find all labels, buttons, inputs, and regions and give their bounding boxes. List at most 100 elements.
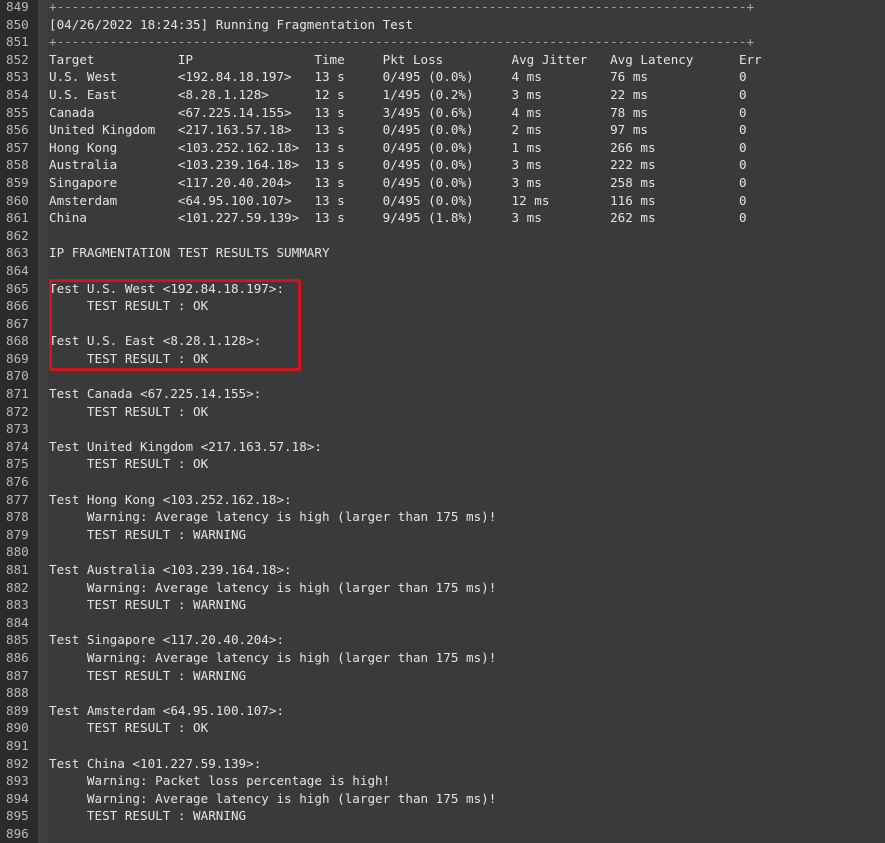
- line-text: TEST RESULT : OK: [49, 720, 209, 736]
- editor-line[interactable]: 853 U.S. West <192.84.18.197> 13 s 0/495 …: [0, 68, 885, 86]
- line-text: Test Canada <67.225.14.155>:: [49, 386, 262, 402]
- line-number: 872: [6, 403, 29, 419]
- editor-line[interactable]: 872 TEST RESULT : OK: [0, 403, 885, 421]
- editor-line[interactable]: 855 Canada <67.225.14.155> 13 s 3/495 (0.…: [0, 104, 885, 122]
- line-number: 854: [6, 86, 29, 102]
- editor-line[interactable]: 863 IP FRAGMENTATION TEST RESULTS SUMMARY: [0, 244, 885, 262]
- editor-line[interactable]: 893 Warning: Packet loss percentage is h…: [0, 772, 885, 790]
- text-editor-content[interactable]: 849 +------------------------------------…: [0, 0, 885, 843]
- line-number: 859: [6, 174, 29, 190]
- line-number: 879: [6, 526, 29, 542]
- line-number: 874: [6, 438, 29, 454]
- line-number: 880: [6, 544, 29, 560]
- line-text: Warning: Packet loss percentage is high!: [49, 773, 391, 789]
- line-text: Canada <67.225.14.155> 13 s 3/495 (0.6%)…: [49, 104, 747, 120]
- line-text: Warning: Average latency is high (larger…: [49, 579, 497, 595]
- editor-line[interactable]: 892 Test China <101.227.59.139>:: [0, 755, 885, 773]
- line-text: Amsterdam <64.95.100.107> 13 s 0/495 (0.…: [49, 192, 747, 208]
- editor-line[interactable]: 886 Warning: Average latency is high (la…: [0, 649, 885, 667]
- line-number: 888: [6, 685, 29, 701]
- line-number: 893: [6, 773, 29, 789]
- editor-line[interactable]: 873: [0, 420, 885, 438]
- editor-line[interactable]: 895 TEST RESULT : WARNING: [0, 807, 885, 825]
- editor-line[interactable]: 851 +------------------------------------…: [0, 33, 885, 51]
- line-number: 892: [6, 755, 29, 771]
- line-number: 896: [6, 825, 29, 841]
- line-text: [04/26/2022 18:24:35] Running Fragmentat…: [49, 16, 413, 32]
- editor-line[interactable]: 859 Singapore <117.20.40.204> 13 s 0/495 …: [0, 174, 885, 192]
- line-number: 853: [6, 69, 29, 85]
- editor-line[interactable]: 894 Warning: Average latency is high (la…: [0, 790, 885, 808]
- editor-line[interactable]: 884: [0, 614, 885, 632]
- editor-line[interactable]: 881 Test Australia <103.239.164.18>:: [0, 561, 885, 579]
- line-text: U.S. East <8.28.1.128> 12 s 1/495 (0.2%)…: [49, 86, 747, 102]
- editor-line[interactable]: 877 Test Hong Kong <103.252.162.18>:: [0, 491, 885, 509]
- editor-line[interactable]: 896: [0, 825, 885, 843]
- line-number: 868: [6, 333, 29, 349]
- line-text: Test Singapore <117.20.40.204>:: [49, 632, 285, 648]
- line-number: 870: [6, 368, 29, 384]
- editor-line[interactable]: 850 [04/26/2022 18:24:35] Running Fragmen…: [0, 16, 885, 34]
- line-text: Australia <103.239.164.18> 13 s 0/495 (0…: [49, 157, 747, 173]
- line-text: China <101.227.59.139> 13 s 9/495 (1.8%)…: [49, 210, 747, 226]
- editor-line[interactable]: 864: [0, 262, 885, 280]
- line-number: 877: [6, 491, 29, 507]
- editor-line[interactable]: 883 TEST RESULT : WARNING: [0, 596, 885, 614]
- line-text: Test Hong Kong <103.252.162.18>:: [49, 491, 292, 507]
- editor-line[interactable]: 854 U.S. East <8.28.1.128> 12 s 1/495 (0.…: [0, 86, 885, 104]
- line-number: 865: [6, 280, 29, 296]
- line-number: 895: [6, 808, 29, 824]
- editor-line[interactable]: 874 Test United Kingdom <217.163.57.18>:: [0, 438, 885, 456]
- line-text: Singapore <117.20.40.204> 13 s 0/495 (0.…: [49, 174, 747, 190]
- line-number: 878: [6, 509, 29, 525]
- line-number: 891: [6, 737, 29, 753]
- line-number: 867: [6, 315, 29, 331]
- editor-line[interactable]: 858 Australia <103.239.164.18> 13 s 0/495…: [0, 156, 885, 174]
- editor-line[interactable]: 852 Target IP Time Pkt Loss Avg Jitter Av…: [0, 51, 885, 69]
- line-text: Test Australia <103.239.164.18>:: [49, 562, 292, 577]
- line-number: 856: [6, 122, 29, 138]
- line-text: Warning: Average latency is high (larger…: [49, 509, 497, 525]
- editor-line[interactable]: 860 Amsterdam <64.95.100.107> 13 s 0/495 …: [0, 192, 885, 210]
- editor-line[interactable]: 890 TEST RESULT : OK: [0, 719, 885, 737]
- line-number: 875: [6, 456, 29, 472]
- editor-line[interactable]: 885 Test Singapore <117.20.40.204>:: [0, 631, 885, 649]
- editor-line[interactable]: 871 Test Canada <67.225.14.155>:: [0, 385, 885, 403]
- line-number: 890: [6, 720, 29, 736]
- line-number: 862: [6, 227, 29, 243]
- line-text: TEST RESULT : WARNING: [49, 526, 247, 542]
- line-number: 857: [6, 139, 29, 155]
- editor-line[interactable]: 878 Warning: Average latency is high (la…: [0, 508, 885, 526]
- editor-line[interactable]: 889 Test Amsterdam <64.95.100.107>:: [0, 702, 885, 720]
- line-text: Hong Kong <103.252.162.18> 13 s 0/495 (0…: [49, 139, 747, 155]
- editor-line[interactable]: 882 Warning: Average latency is high (la…: [0, 579, 885, 597]
- line-number: 858: [6, 157, 29, 173]
- line-text: Target IP Time Pkt Loss Avg Jitter Avg L…: [49, 51, 762, 67]
- line-text: IP FRAGMENTATION TEST RESULTS SUMMARY: [49, 245, 330, 261]
- editor-line[interactable]: 875 TEST RESULT : OK: [0, 455, 885, 473]
- line-number: 849: [6, 0, 29, 14]
- line-text: Test United Kingdom <217.163.57.18>:: [49, 438, 322, 454]
- line-number: 873: [6, 421, 29, 437]
- editor-line[interactable]: 857 Hong Kong <103.252.162.18> 13 s 0/495…: [0, 139, 885, 157]
- line-number: 871: [6, 386, 29, 402]
- editor-line[interactable]: 888: [0, 684, 885, 702]
- editor-line[interactable]: 849 +------------------------------------…: [0, 0, 885, 16]
- line-number: 869: [6, 350, 29, 366]
- editor-line[interactable]: 856 United Kingdom <217.163.57.18> 13 s 0…: [0, 121, 885, 139]
- line-number: 852: [6, 51, 29, 67]
- editor-line[interactable]: 887 TEST RESULT : WARNING: [0, 667, 885, 685]
- line-text: Warning: Average latency is high (larger…: [49, 649, 497, 665]
- line-text: Warning: Average latency is high (larger…: [49, 790, 497, 806]
- editor-line[interactable]: 862: [0, 227, 885, 245]
- line-number: 863: [6, 245, 29, 261]
- line-number: 851: [6, 34, 29, 50]
- editor-line[interactable]: 880: [0, 543, 885, 561]
- editor-line[interactable]: 879 TEST RESULT : WARNING: [0, 526, 885, 544]
- line-number: 866: [6, 298, 29, 314]
- line-number: 882: [6, 579, 29, 595]
- editor-line[interactable]: 876: [0, 473, 885, 491]
- editor-line[interactable]: 891: [0, 737, 885, 755]
- line-number: 886: [6, 649, 29, 665]
- editor-line[interactable]: 861 China <101.227.59.139> 13 s 9/495 (1.…: [0, 209, 885, 227]
